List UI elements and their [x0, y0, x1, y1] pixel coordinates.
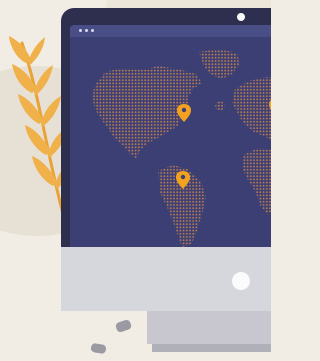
desktop-monitor	[61, 8, 271, 352]
world-map-monitor-illustration	[0, 0, 271, 361]
monitor-frame	[61, 8, 271, 247]
monitor-screen	[70, 25, 271, 247]
pebble-icon	[90, 342, 107, 355]
europe-asia-map	[232, 77, 271, 141]
africa-map	[242, 148, 271, 215]
browser-bar	[70, 25, 271, 37]
camera-icon	[237, 13, 245, 21]
window-dot	[91, 29, 94, 32]
window-dot	[79, 29, 82, 32]
island-map	[215, 101, 225, 112]
window-dot	[85, 29, 88, 32]
monitor-base	[152, 344, 271, 352]
monitor-logo-icon	[232, 272, 250, 290]
monitor-stand	[147, 311, 271, 344]
dotted-world-map	[92, 49, 271, 247]
greenland-map	[199, 49, 240, 79]
